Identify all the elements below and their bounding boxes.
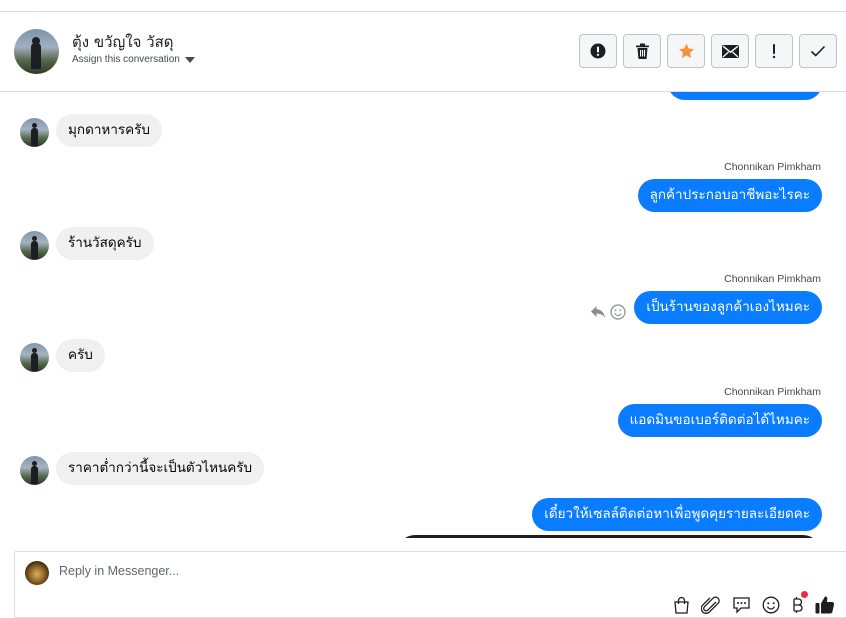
saved-reply-icon[interactable] [732,596,751,618]
caret-down-icon [184,56,195,63]
trash-icon [635,43,649,59]
message-bubble-incoming[interactable]: มุกดาหารครับ [56,114,163,147]
message-thread[interactable]: มุกดาหารครับ Chonnikan Pimkham ลูกค้าประ… [0,92,846,538]
star-icon [678,43,694,58]
composer-toolbar [673,590,835,618]
message-sender-name: Chonnikan Pimkham [724,386,821,398]
reply-input[interactable] [59,564,619,578]
contact-name[interactable]: ตุ้ง ขวัญใจ วัสดุ [72,30,174,54]
message-bubble-incoming[interactable]: ครับ [56,339,105,372]
header-toolbar [579,34,837,68]
reply-icon[interactable] [590,305,606,319]
contact-avatar-small[interactable] [20,118,49,147]
shopping-bag-icon[interactable] [673,596,690,618]
envelope-icon [721,44,739,58]
contact-avatar-small[interactable] [20,231,49,260]
message-bubble-outgoing[interactable]: แอดมินขอเบอร์ติดต่อได้ไหมคะ [617,404,822,437]
check-icon [810,45,826,57]
star-button[interactable] [667,34,705,68]
exclamation-icon [772,44,776,59]
page-avatar [25,561,49,585]
baht-payment-icon[interactable] [791,590,808,618]
message-bubble-outgoing[interactable]: ลูกค้าประกอบอาชีพอะไรคะ [637,179,822,212]
thumbs-up-icon[interactable] [815,595,835,618]
follow-up-button[interactable] [755,34,793,68]
message-actions [590,304,626,320]
mark-unread-button[interactable] [711,34,749,68]
message-bubble-outgoing-partial[interactable] [668,92,822,100]
contact-avatar-small[interactable] [20,456,49,485]
message-sender-name: Chonnikan Pimkham [724,273,821,285]
message-bubble-dark-partial[interactable] [397,535,821,538]
contact-avatar-small[interactable] [20,343,49,372]
assign-conversation-dropdown[interactable]: Assign this conversation [72,54,195,65]
message-bubble-outgoing[interactable]: เป็นร้านของลูกค้าเองไหมคะ [634,291,822,324]
messenger-conversation: ตุ้ง ขวัญใจ วัสดุ Assign this conversati… [0,0,846,618]
message-bubble-outgoing[interactable]: เดี๋ยวให้เซลล์ติดต่อหาเพื่อพูดคุยรายละเอ… [532,498,822,531]
alert-circle-icon [590,43,606,59]
assign-label: Assign this conversation [72,54,180,65]
react-emoji-icon[interactable] [610,304,626,320]
reply-composer [14,551,846,618]
delete-button[interactable] [623,34,661,68]
message-sender-name: Chonnikan Pimkham [724,161,821,173]
message-bubble-incoming[interactable]: ราคาต่ำกว่านี้จะเป็นตัวไหนครับ [56,452,265,485]
contact-avatar[interactable] [14,29,59,74]
mark-spam-button[interactable] [579,34,617,68]
message-bubble-incoming[interactable]: ร้านวัสดุครับ [56,227,154,260]
conversation-header: ตุ้ง ขวัญใจ วัสดุ Assign this conversati… [0,12,846,92]
paperclip-icon[interactable] [700,596,721,618]
mark-done-button[interactable] [799,34,837,68]
emoji-icon[interactable] [762,596,780,618]
notification-dot [801,590,808,598]
